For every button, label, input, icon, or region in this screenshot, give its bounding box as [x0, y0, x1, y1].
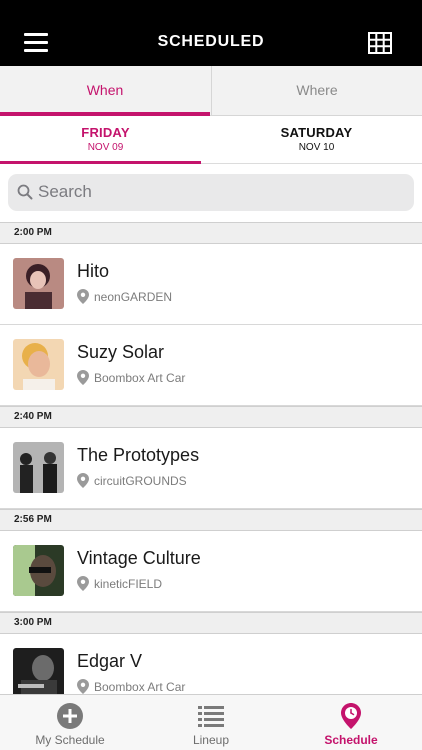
artist-photo [13, 339, 64, 390]
venue-name: Boombox Art Car [94, 371, 186, 385]
schedule-list[interactable]: 2:00 PM Hito neonGARDEN Suzy Solar Boomb… [0, 222, 422, 694]
when-where-segment: When Where [0, 66, 422, 116]
add-circle-icon [57, 703, 83, 729]
day-date: NOV 09 [87, 142, 124, 153]
tab-label: Schedule [324, 733, 378, 747]
top-bar: SCHEDULED [0, 0, 422, 66]
artist-name: Suzy Solar [77, 342, 165, 362]
tab-when[interactable]: When [0, 66, 210, 116]
tab-where[interactable]: Where [211, 66, 422, 115]
search-icon [17, 184, 33, 200]
search-placeholder: Search [38, 182, 92, 201]
location-pin-icon [77, 289, 89, 304]
list-item[interactable]: Edgar V Boombox Art Car [0, 634, 422, 694]
time-header: 3:00 PM [0, 612, 422, 634]
time-header: 2:56 PM [0, 509, 422, 531]
list-item[interactable]: Suzy Solar Boombox Art Car [0, 325, 422, 406]
location-pin-icon [77, 576, 89, 591]
day-selector: FRIDAY NOV 09 SATURDAY NOV 10 [0, 116, 422, 164]
search-input[interactable]: Search [8, 174, 414, 211]
artist-name: The Prototypes [77, 445, 200, 465]
venue-name: kineticFIELD [94, 577, 163, 591]
day-name: SATURDAY [280, 125, 353, 140]
location-pin-icon [77, 370, 89, 385]
day-tab-friday[interactable]: FRIDAY NOV 09 [0, 116, 211, 164]
search-container: Search [0, 164, 422, 222]
location-pin-icon [77, 679, 89, 694]
grid-view-icon[interactable] [368, 32, 392, 54]
day-date: NOV 10 [298, 142, 335, 153]
list-item[interactable]: Hito neonGARDEN [0, 244, 422, 325]
location-pin-icon [77, 473, 89, 488]
time-header: 2:40 PM [0, 406, 422, 428]
artist-photo [13, 442, 64, 493]
tab-label: Lineup [192, 733, 230, 747]
artist-name: Edgar V [77, 651, 143, 671]
list-item[interactable]: The Prototypes circuitGROUNDS [0, 428, 422, 509]
tab-schedule[interactable]: Schedule [281, 695, 421, 750]
map-pin-clock-icon [341, 703, 361, 729]
artist-photo [13, 545, 64, 596]
tab-label: My Schedule [35, 733, 105, 747]
day-name: FRIDAY [81, 125, 130, 140]
tab-my-schedule[interactable]: My Schedule [0, 695, 140, 750]
venue-name: neonGARDEN [94, 290, 173, 304]
venue-name: circuitGROUNDS [94, 474, 187, 488]
venue-name: Boombox Art Car [94, 680, 186, 694]
artist-photo [13, 648, 64, 694]
artist-photo [13, 258, 64, 309]
time-header: 2:00 PM [0, 222, 422, 244]
bottom-tab-bar: My Schedule Lineup Schedule [0, 694, 422, 750]
artist-name: Vintage Culture [77, 548, 201, 568]
list-icon [198, 706, 224, 727]
list-item[interactable]: Vintage Culture kineticFIELD [0, 531, 422, 612]
page-title: SCHEDULED [157, 33, 265, 50]
artist-name: Hito [77, 261, 110, 281]
tab-lineup[interactable]: Lineup [141, 695, 281, 750]
day-tab-saturday[interactable]: SATURDAY NOV 10 [211, 116, 422, 163]
